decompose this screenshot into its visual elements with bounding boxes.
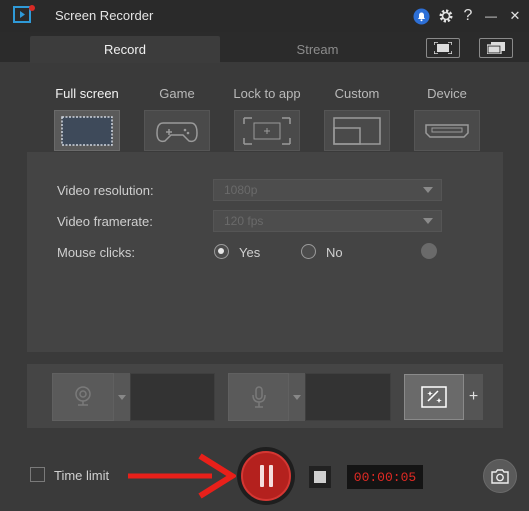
minimize-button[interactable]: — — [482, 7, 500, 25]
video-framerate-select[interactable]: 120 fps — [213, 210, 442, 232]
pause-icon — [241, 451, 291, 501]
device-icon — [425, 123, 469, 138]
mode-label-custom: Custom — [334, 86, 380, 101]
app-icon — [13, 5, 35, 23]
recording-timer: 00:00:05 — [347, 465, 423, 489]
chevron-down-icon — [118, 394, 126, 400]
screenshot-region-button[interactable] — [426, 38, 460, 58]
close-button[interactable]: ✕ — [506, 7, 524, 25]
lock-to-app-icon — [243, 116, 291, 145]
mode-label-device: Device — [427, 86, 467, 101]
video-resolution-label: Video resolution: — [57, 183, 154, 198]
pause-button[interactable] — [237, 447, 295, 505]
microphone-icon — [251, 386, 266, 408]
webcam-toggle-button[interactable] — [52, 373, 114, 421]
microphone-toggle-button[interactable] — [228, 373, 289, 421]
click-color-swatch[interactable] — [421, 243, 437, 259]
stop-icon — [314, 471, 326, 483]
help-button[interactable]: ? — [459, 7, 477, 25]
stop-button[interactable] — [309, 466, 331, 488]
camera-icon — [491, 468, 509, 484]
fullscreen-icon — [61, 115, 113, 146]
mode-lock-to-app-button[interactable] — [234, 110, 300, 151]
tab-record[interactable]: Record — [30, 36, 220, 63]
microphone-dropdown[interactable] — [289, 373, 305, 421]
custom-area-icon — [333, 116, 381, 145]
screenshot-button[interactable] — [483, 459, 517, 493]
effects-icon — [421, 386, 447, 408]
mode-device-button[interactable] — [414, 110, 480, 151]
video-framerate-value: 120 fps — [224, 214, 264, 228]
time-limit-checkbox[interactable] — [30, 467, 45, 482]
gamepad-icon — [156, 121, 198, 142]
effects-button[interactable] — [404, 374, 464, 420]
add-effect-button[interactable]: + — [464, 374, 483, 420]
window-mode-button[interactable] — [479, 38, 513, 58]
webcam-icon — [75, 386, 91, 406]
chevron-down-icon — [293, 394, 301, 400]
video-resolution-value: 1080p — [224, 183, 258, 197]
notification-icon[interactable] — [412, 7, 430, 25]
title-bar: Screen Recorder ? — ✕ — [0, 0, 529, 32]
webcam-preview — [130, 373, 215, 421]
video-framerate-label: Video framerate: — [57, 214, 153, 229]
mouse-clicks-yes-radio[interactable] — [214, 244, 229, 259]
microphone-level-panel — [305, 373, 391, 421]
mode-full-screen-button[interactable] — [54, 110, 120, 151]
mode-custom-button[interactable] — [324, 110, 390, 151]
chevron-down-icon — [423, 218, 433, 224]
mouse-clicks-label: Mouse clicks: — [57, 245, 136, 260]
mode-label-full-screen: Full screen — [55, 86, 119, 101]
chevron-down-icon — [423, 187, 433, 193]
tab-stream[interactable]: Stream — [220, 36, 415, 63]
mouse-clicks-no-label: No — [326, 245, 343, 260]
video-resolution-select[interactable]: 1080p — [213, 179, 442, 201]
mode-game-button[interactable] — [144, 110, 210, 151]
annotation-arrow — [128, 453, 236, 499]
mode-label-lock-to-app: Lock to app — [233, 86, 301, 101]
time-limit-label: Time limit — [54, 468, 110, 483]
webcam-dropdown[interactable] — [114, 373, 130, 421]
gear-icon[interactable] — [437, 7, 455, 25]
mouse-clicks-no-radio[interactable] — [301, 244, 316, 259]
app-title: Screen Recorder — [55, 8, 154, 23]
mouse-clicks-yes-label: Yes — [239, 245, 261, 260]
mode-label-game: Game — [159, 86, 195, 101]
